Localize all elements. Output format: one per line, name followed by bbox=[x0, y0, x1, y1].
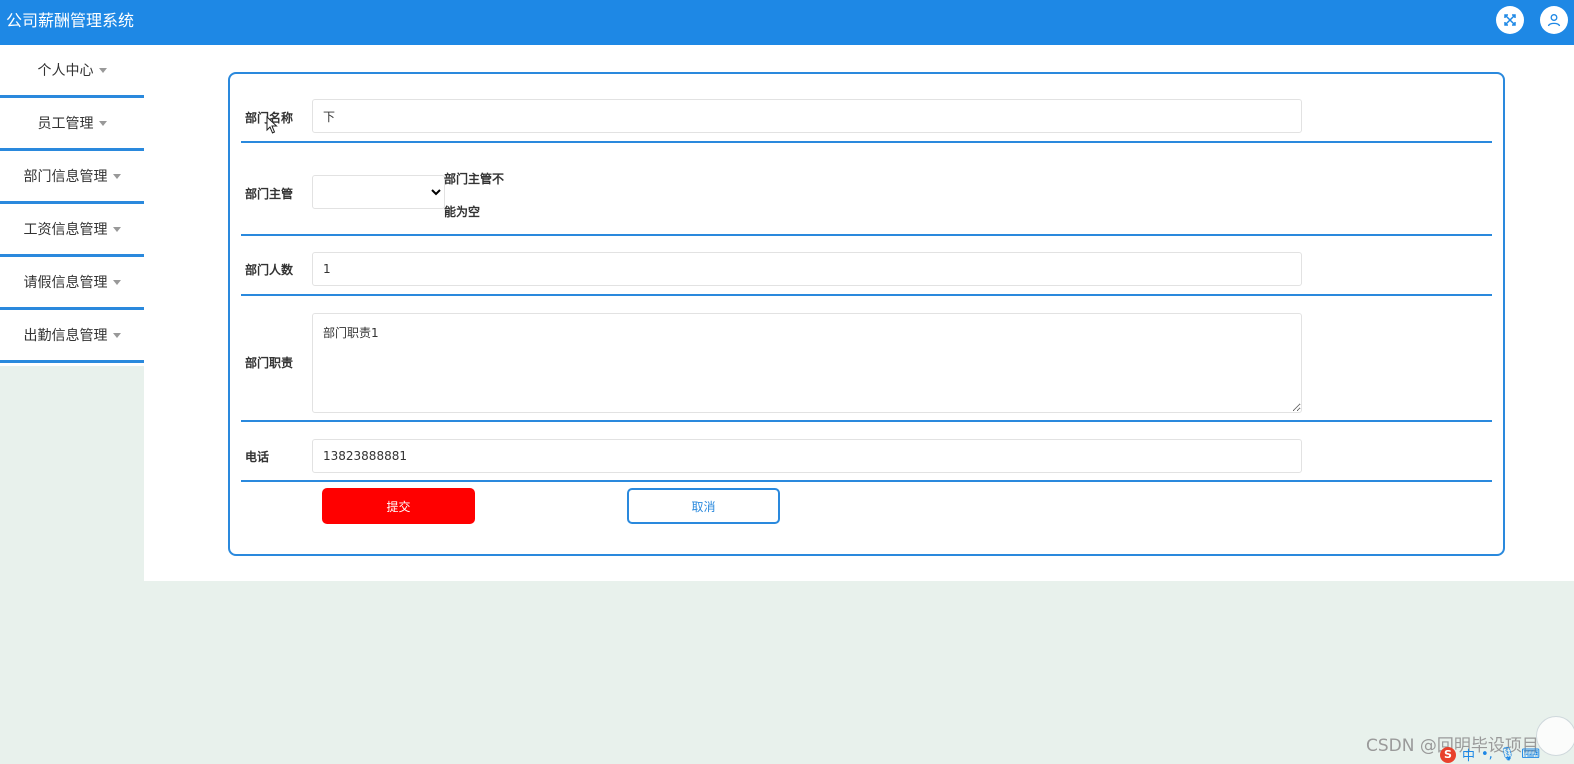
fullscreen-icon[interactable] bbox=[1496, 6, 1524, 34]
floating-assistant-button[interactable] bbox=[1536, 716, 1574, 756]
dept-manager-select[interactable] bbox=[312, 175, 445, 209]
sidebar-item-label: 请假信息管理 bbox=[23, 275, 108, 291]
dept-duty-textarea[interactable]: 部门职责1 bbox=[312, 313, 1302, 413]
user-icon[interactable] bbox=[1540, 6, 1568, 34]
top-bar: 公司薪酬管理系统 bbox=[0, 0, 1574, 45]
dept-manager-error-line1: 部门主管不 bbox=[444, 172, 505, 186]
microphone-icon[interactable]: 🎙 bbox=[1499, 747, 1516, 762]
sidebar-item-label: 出勤信息管理 bbox=[23, 328, 108, 344]
caret-down-icon bbox=[98, 120, 107, 126]
form-row-dept-duty: 部门职责 部门职责1 bbox=[241, 296, 1492, 422]
form-row-phone: 电话 bbox=[241, 422, 1492, 482]
punctuation-icon[interactable]: •, bbox=[1481, 747, 1493, 762]
department-form: 部门名称 部门主管 部门主管不 能为空 部门人数 部门职责 部门职责1 电话 bbox=[228, 72, 1505, 556]
caret-down-icon bbox=[112, 332, 121, 338]
sidebar-item-label: 员工管理 bbox=[37, 116, 94, 132]
sidebar-item-department-management[interactable]: 部门信息管理 bbox=[0, 151, 144, 204]
sidebar-item-employee-management[interactable]: 员工管理 bbox=[0, 98, 144, 151]
sidebar-item-attendance-management[interactable]: 出勤信息管理 bbox=[0, 310, 144, 363]
app-title: 公司薪酬管理系统 bbox=[6, 11, 135, 30]
dept-name-input[interactable] bbox=[312, 99, 1302, 133]
form-row-dept-count: 部门人数 bbox=[241, 236, 1492, 296]
dept-count-input[interactable] bbox=[312, 252, 1302, 286]
dept-count-label: 部门人数 bbox=[245, 263, 294, 277]
phone-label: 电话 bbox=[245, 450, 270, 464]
cancel-button[interactable]: 取消 bbox=[627, 488, 780, 524]
sidebar: 个人中心 员工管理 部门信息管理 工资信息管理 请假信息管理 出勤信息管理 bbox=[0, 45, 144, 366]
dept-duty-label: 部门职责 bbox=[245, 356, 294, 370]
sidebar-item-personal-center[interactable]: 个人中心 bbox=[0, 45, 144, 98]
sidebar-item-salary-management[interactable]: 工资信息管理 bbox=[0, 204, 144, 257]
mouse-cursor-icon bbox=[266, 116, 278, 134]
sidebar-item-label: 工资信息管理 bbox=[23, 222, 108, 238]
ime-logo-icon: S bbox=[1440, 746, 1456, 763]
caret-down-icon bbox=[112, 226, 121, 232]
caret-down-icon bbox=[112, 279, 121, 285]
ime-mode[interactable]: 中 bbox=[1462, 745, 1475, 764]
caret-down-icon bbox=[98, 67, 107, 73]
main-content: 部门名称 部门主管 部门主管不 能为空 部门人数 部门职责 部门职责1 电话 bbox=[144, 45, 1574, 581]
dept-manager-label: 部门主管 bbox=[245, 187, 294, 201]
dept-manager-error-line2: 能为空 bbox=[444, 205, 481, 219]
keyboard-icon[interactable]: ⌨ bbox=[1521, 747, 1540, 762]
sidebar-item-label: 个人中心 bbox=[37, 63, 94, 79]
phone-input[interactable] bbox=[312, 439, 1302, 473]
sidebar-item-label: 部门信息管理 bbox=[23, 169, 108, 185]
caret-down-icon bbox=[112, 173, 121, 179]
form-row-dept-name: 部门名称 bbox=[241, 74, 1492, 143]
sidebar-item-leave-management[interactable]: 请假信息管理 bbox=[0, 257, 144, 310]
submit-button[interactable]: 提交 bbox=[322, 488, 475, 524]
form-row-dept-manager: 部门主管 部门主管不 能为空 bbox=[241, 143, 1492, 236]
